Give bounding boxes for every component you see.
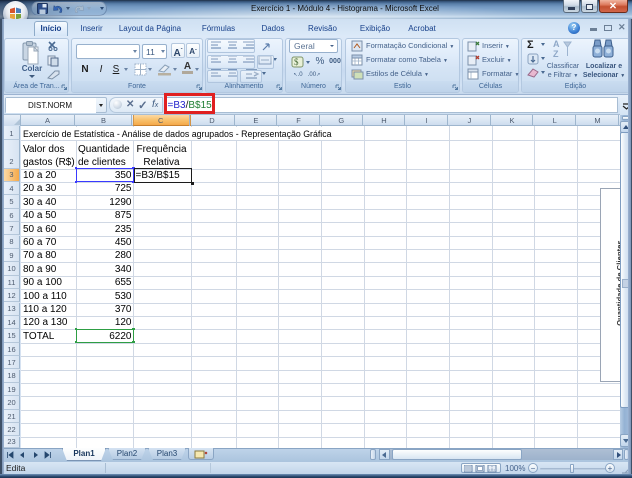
- svg-text:$: $: [294, 57, 299, 67]
- svg-text:Z: Z: [553, 49, 559, 59]
- svg-text:A: A: [553, 39, 560, 49]
